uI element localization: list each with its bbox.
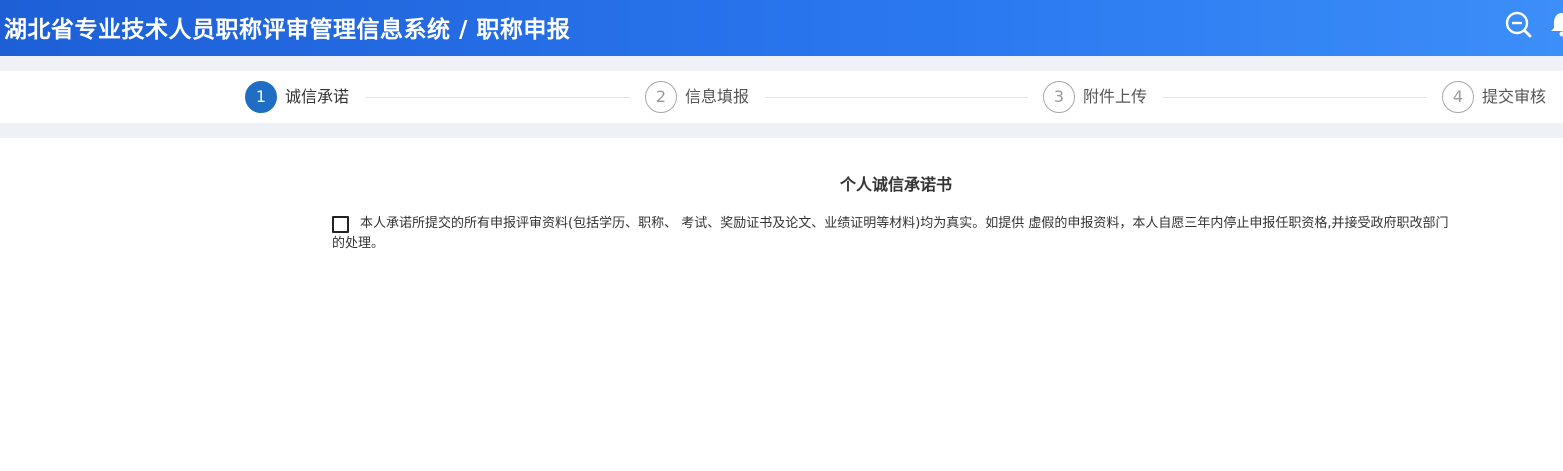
- step-label: 信息填报: [685, 87, 750, 106]
- step-connector: [366, 97, 630, 98]
- zoom-out-icon[interactable]: [1504, 10, 1532, 38]
- step-number: 1: [245, 81, 277, 113]
- step-label: 附件上传: [1083, 87, 1148, 106]
- progress-steps: 1 诚信承诺 2 信息填报 3 附件上传 4 提交审核: [0, 71, 1563, 123]
- pledge-checkbox[interactable]: [332, 216, 349, 233]
- step-label: 提交审核: [1482, 87, 1547, 106]
- step-number: 2: [645, 81, 677, 113]
- document-title: 个人诚信承诺书: [839, 175, 952, 194]
- page-title: 湖北省专业技术人员职称评审管理信息系统 / 职称申报: [4, 17, 571, 43]
- bottom-divider-band: [0, 123, 1563, 138]
- step-connector: [765, 97, 1028, 98]
- top-divider-band: [0, 56, 1563, 71]
- step-number: 3: [1043, 81, 1075, 113]
- step-label: 诚信承诺: [285, 87, 350, 106]
- step-connector: [1163, 97, 1427, 98]
- app-header: 湖北省专业技术人员职称评审管理信息系统 / 职称申报: [0, 0, 1563, 56]
- step-number: 4: [1442, 81, 1474, 113]
- pledge-text: 本人承诺所提交的所有申报评审资料(包括学历、职称、 考试、奖励证书及论文、业绩证…: [332, 216, 1449, 251]
- bell-icon[interactable]: [1548, 10, 1563, 38]
